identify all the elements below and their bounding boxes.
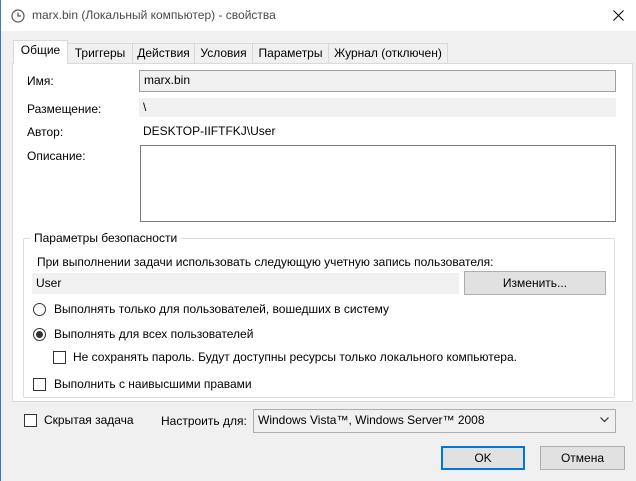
- radio-logged-on-only[interactable]: [33, 303, 46, 316]
- no-store-password-checkbox[interactable]: [53, 351, 66, 364]
- cancel-button[interactable]: Отмена: [540, 446, 625, 470]
- highest-privileges-label: Выполнить с наивысшими правами: [54, 377, 252, 391]
- configure-for-label: Настроить для:: [161, 414, 247, 428]
- radio-all-users-label: Выполнять для всех пользователей: [54, 327, 254, 341]
- highest-privileges-checkbox[interactable]: [33, 378, 46, 391]
- configure-for-select[interactable]: Windows Vista™, Windows Server™ 2008: [253, 409, 616, 433]
- configure-for-value: Windows Vista™, Windows Server™ 2008: [258, 413, 485, 427]
- hidden-task-label: Скрытая задача: [44, 413, 134, 427]
- radio-all-users[interactable]: [33, 328, 46, 341]
- hidden-task-checkbox[interactable]: [24, 414, 37, 427]
- ok-button[interactable]: OK: [441, 446, 525, 470]
- account-prompt: При выполнении задачи использовать следу…: [37, 255, 494, 269]
- no-store-password-label: Не сохранять пароль. Будут доступны ресу…: [73, 350, 517, 364]
- name-field[interactable]: marx.bin: [139, 70, 616, 92]
- author-value: DESKTOP-IIFTFKJ\User: [139, 121, 616, 141]
- properties-dialog: marx.bin (Локальный компьютер) - свойств…: [0, 0, 636, 481]
- description-label: Описание:: [27, 149, 86, 163]
- change-user-button[interactable]: Изменить...: [464, 271, 606, 295]
- radio-logged-on-only-label: Выполнять только для пользователей, воше…: [54, 302, 389, 316]
- security-group-title: Параметры безопасности: [30, 231, 182, 245]
- name-label: Имя:: [27, 74, 54, 88]
- location-label: Размещение:: [27, 102, 102, 116]
- author-label: Автор:: [27, 125, 64, 139]
- description-textarea[interactable]: [140, 145, 616, 222]
- chevron-down-icon: [600, 417, 609, 423]
- location-value: \: [139, 98, 616, 117]
- account-value: User: [32, 273, 459, 294]
